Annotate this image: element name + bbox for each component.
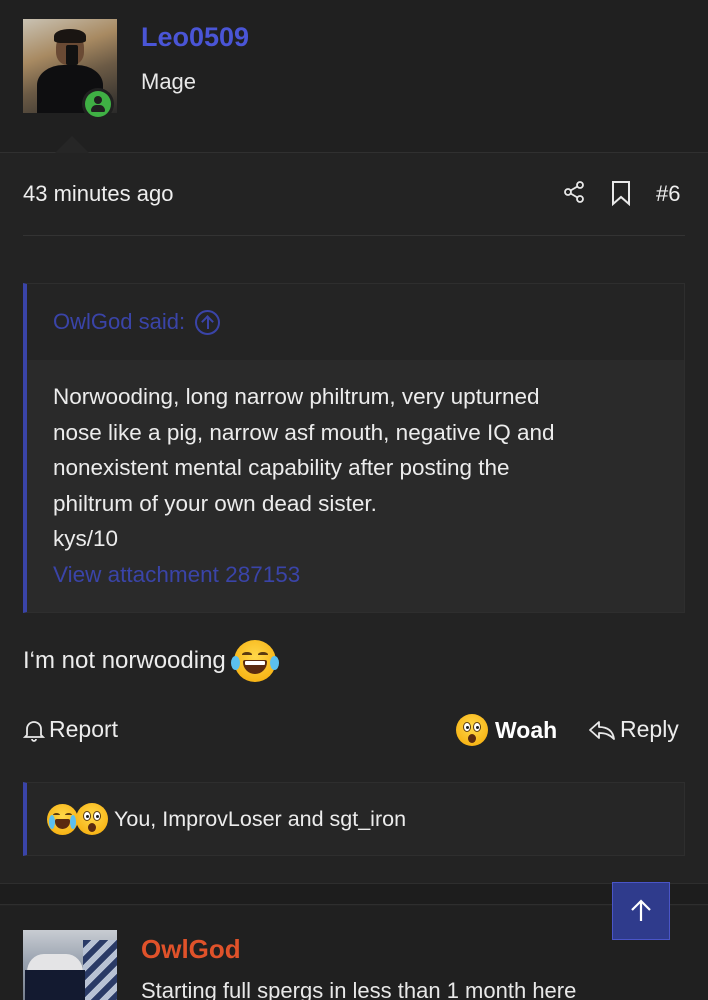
post-snippet: Starting full spergs in less than 1 mont… [141,978,577,1000]
report-button[interactable]: Report [23,716,118,743]
header-caret [54,136,90,154]
report-label: Report [49,716,119,742]
post-separator [0,883,708,905]
avatar-phone-shape [66,45,78,65]
bookmark-icon[interactable] [610,180,632,206]
avatar-mask-shape [25,970,85,1000]
arrow-up-circle-icon[interactable] [195,309,221,335]
post-number-link[interactable]: #6 [656,181,680,207]
quote-line: kys/10 [53,526,119,551]
astonished-emoji-icon [456,714,488,746]
reply-label: Reply [620,716,679,742]
scroll-to-top-button[interactable] [612,882,670,940]
share-icon[interactable] [562,180,586,204]
post-header: Leo0509 Mage [0,0,708,154]
reply-arrow-icon [589,720,615,740]
next-post: OwlGod Starting full spergs in less than… [0,906,708,1000]
user-avatar[interactable] [23,930,117,1000]
quote-line: Norwooding, long narrow philtrum, very u… [53,384,540,409]
quote-line: nonexistent mental capability after post… [53,455,510,480]
laughing-tears-emoji-icon [230,640,279,682]
avatar-background-shape [83,940,117,1000]
view-attachment-link[interactable]: View attachment 287153 [53,557,653,593]
reply-button[interactable]: Reply [588,716,679,743]
online-status-dot [85,91,111,117]
quote-line: philtrum of your own dead sister. [53,490,377,516]
reactions-summary-content: You, ImprovLoser and sgt_iron [47,803,406,835]
quote-author-link[interactable]: OwlGod said: [53,309,221,335]
post-timestamp[interactable]: 43 minutes ago [23,181,173,207]
quote-body: Norwooding, long narrow philtrum, very u… [27,360,684,612]
quote-header: OwlGod said: [27,284,684,360]
user-online-icon [82,88,114,120]
reaction-label: Woah [495,716,558,743]
crying-emoji-icon [47,803,78,835]
username-link[interactable]: OwlGod [141,934,241,965]
quote-block: OwlGod said: Norwooding, long narrow phi… [23,283,685,613]
post-message-text: I‘m not norwooding [23,647,226,674]
quote-line: nose like a pig, narrow asf mouth, negat… [53,419,555,445]
post-actions: Report Woah Reply [0,710,708,754]
quote-author-label: OwlGod said: [53,309,186,334]
username-link[interactable]: Leo0509 [141,22,249,53]
reaction-button[interactable]: Woah [456,714,557,746]
astonished-emoji-icon [76,803,108,835]
arrow-up-icon [631,899,651,921]
post-meta-row: 43 minutes ago #6 [0,153,708,235]
reactions-summary-text: You, ImprovLoser and sgt_iron [114,806,407,831]
post-message: I‘m not norwooding [23,640,279,682]
quote-text: Norwooding, long narrow philtrum, very u… [53,379,653,592]
bell-icon [23,720,45,742]
reactions-summary[interactable]: You, ImprovLoser and sgt_iron [23,782,685,856]
user-title: Mage [141,69,197,94]
avatar-hair-shape [54,29,86,43]
meta-divider [23,235,685,236]
